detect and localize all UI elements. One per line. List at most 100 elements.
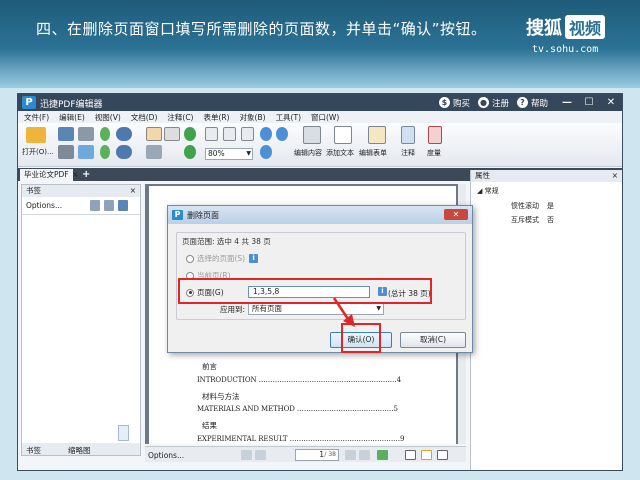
property-value[interactable]: 是 (547, 201, 554, 211)
zoom-in-icon (260, 127, 272, 141)
import-button[interactable] (100, 127, 110, 141)
last-page-icon[interactable] (359, 450, 370, 460)
properties-section[interactable]: ◢ 常规 (477, 186, 499, 196)
single-page-icon[interactable] (405, 450, 416, 460)
form-icon (368, 126, 386, 144)
back-icon[interactable] (377, 450, 388, 460)
menu-bar: 文件(F) 编辑(E) 视图(V) 文档(D) 注释(C) 表单(R) 对象(B… (18, 111, 622, 123)
save-button[interactable] (58, 127, 74, 141)
menu-comment[interactable]: 注释(C) (167, 112, 193, 123)
properties-header: 属性 × (471, 170, 622, 182)
buy-link[interactable]: $ 购买 (438, 97, 470, 109)
fit-width-button[interactable] (241, 127, 254, 141)
scan-button[interactable] (78, 127, 94, 141)
edit-content-button[interactable] (303, 126, 321, 144)
menu-view[interactable]: 视图(V) (95, 112, 121, 123)
close-window-button[interactable]: ✕ (600, 97, 622, 108)
menu-file[interactable]: 文件(F) (24, 112, 49, 123)
maximize-button[interactable]: ☐ (578, 97, 600, 108)
toc-line: INTRODUCTION ……………………………………………………4 (197, 376, 402, 384)
property-value[interactable]: 否 (547, 215, 554, 225)
menu-tools[interactable]: 工具(T) (276, 112, 301, 123)
annotate-label: 注释 (401, 149, 415, 157)
page-number-input[interactable]: 1 / 38 (295, 449, 339, 461)
help-icon: ? (516, 97, 528, 108)
previous-page-icon[interactable] (255, 450, 266, 460)
apply-to-value: 所有页面 (252, 304, 282, 313)
toc-line: 结果 (202, 421, 217, 430)
measure-button[interactable] (428, 126, 442, 144)
dialog-close-button[interactable]: ✕ (444, 209, 468, 220)
user-icon: ● (477, 97, 489, 108)
pointer-arrow (332, 297, 355, 327)
export-button[interactable] (100, 145, 110, 159)
cancel-button[interactable]: 取消(C) (400, 332, 466, 348)
instruction-text: 四、在删除页面窗口填写所需删除的页面数，并单击“确认”按钮。 (36, 20, 487, 38)
current-page: 1 (319, 450, 324, 459)
print-button[interactable] (58, 145, 74, 159)
zoom-out-button[interactable] (276, 127, 288, 141)
select-tool-button[interactable] (164, 127, 180, 141)
radio-selected-pages[interactable]: 选择的页面(S) i (186, 253, 259, 264)
two-page-icon[interactable] (437, 450, 448, 460)
rotate-right-button[interactable] (184, 145, 196, 159)
apply-to-select[interactable]: 所有页面 ▼ (248, 303, 384, 315)
rotate-left-button[interactable] (184, 127, 196, 141)
add-tab-button[interactable]: + (82, 168, 90, 181)
menu-document[interactable]: 文档(D) (131, 112, 158, 123)
properties-close-icon[interactable]: × (612, 170, 618, 182)
fit-page-button[interactable] (223, 127, 236, 141)
hand-icon (146, 127, 162, 141)
first-page-icon[interactable] (241, 450, 252, 460)
zoom-out-icon (276, 127, 288, 141)
tab-thumbnails[interactable]: 缩略图 (68, 445, 91, 456)
cursor-icon (164, 127, 180, 141)
radio-selected-pages-label: 选择的页面(S) (197, 254, 246, 263)
zoom-select[interactable]: 80% ▼ (205, 148, 253, 160)
tab-document-close-icon[interactable]: × (72, 169, 78, 181)
menu-form[interactable]: 表单(R) (203, 112, 229, 123)
next-page-icon[interactable] (345, 450, 356, 460)
toc-line: EXPERIMENTAL RESULT …………………………………………9 (197, 435, 405, 443)
actual-size-button[interactable] (205, 127, 218, 141)
register-link[interactable]: ● 注册 (477, 97, 509, 109)
annotate-button[interactable] (401, 126, 415, 144)
view-options-menu[interactable]: Options... (148, 451, 184, 460)
hand-tool-button[interactable] (146, 127, 162, 141)
main-toolbar: 打开(O)... 80% ▼ 编辑内容 添加文本 编辑表单 注释 度量 (18, 123, 622, 167)
save-icon (58, 127, 74, 141)
scanner-icon (78, 127, 94, 141)
register-label: 注册 (491, 98, 509, 109)
chevron-down-icon: ▼ (246, 150, 251, 157)
minimize-button[interactable]: — (556, 97, 578, 108)
tab-bookmarks[interactable]: 书签 (26, 445, 41, 456)
email-button[interactable] (78, 145, 94, 159)
bookmark-delete-icon[interactable] (90, 200, 100, 211)
toc-line: 前言 (202, 362, 217, 371)
menu-edit[interactable]: 编辑(E) (59, 112, 85, 123)
bookmark-panel-close-icon[interactable]: × (130, 185, 136, 197)
bookmark-item-icon (118, 425, 129, 441)
app-title: 迅捷PDF编辑器 (40, 100, 103, 110)
fit-width-icon (241, 127, 254, 141)
undo-button[interactable] (116, 127, 132, 141)
edit-content-label: 编辑内容 (294, 149, 322, 157)
redo-button[interactable] (116, 145, 132, 159)
snapshot-button[interactable] (146, 145, 162, 159)
bookmark-options-menu[interactable]: Options... (26, 201, 62, 210)
help-link[interactable]: ? 帮助 (516, 97, 548, 109)
redo-icon (116, 145, 132, 159)
open-button[interactable] (26, 127, 46, 143)
menu-window[interactable]: 窗口(W) (311, 112, 339, 123)
add-text-button[interactable] (334, 126, 352, 144)
menu-object[interactable]: 对象(B) (240, 112, 266, 123)
open-label: 打开(O)... (22, 148, 54, 156)
bookmark-add-icon[interactable] (118, 200, 128, 211)
zoom-in-button[interactable] (260, 127, 272, 141)
continuous-page-icon[interactable] (421, 450, 432, 460)
bookmark-new-icon[interactable] (104, 200, 114, 211)
edit-form-button[interactable] (368, 126, 386, 144)
pages-highlight-box (178, 278, 432, 304)
tab-document[interactable]: 毕业论文PDF (20, 169, 73, 181)
zoom-tool-button[interactable] (260, 145, 272, 159)
